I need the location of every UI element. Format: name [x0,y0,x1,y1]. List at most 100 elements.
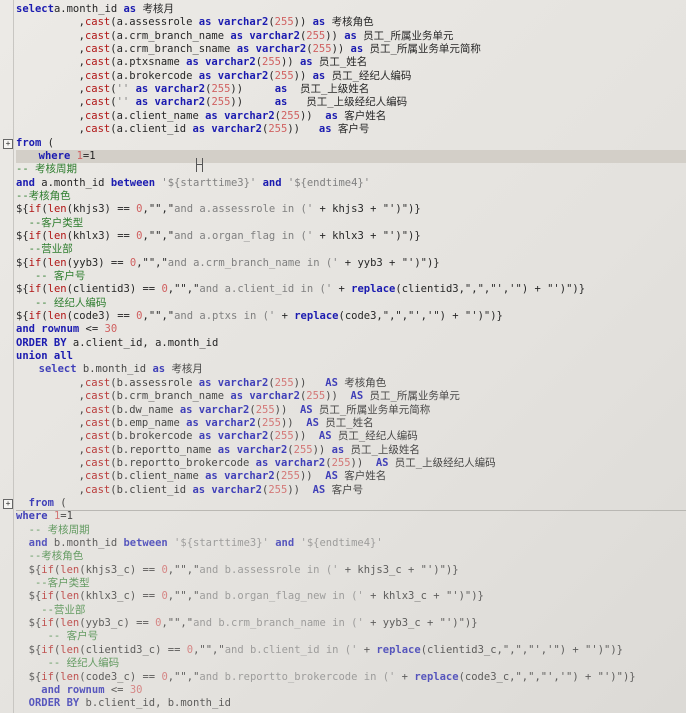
code-line[interactable]: ${if(len(yyb3) == 0,"","and a.crm_branch… [16,257,686,270]
code-token: and [16,177,35,189]
code-line[interactable]: ${if(len(code3_c) == 0,"","and b.reportt… [16,671,686,684]
code-line[interactable]: ,cast(b.dw_name as varchar2(255)) AS 员工_… [16,404,686,417]
code-token: as [129,83,149,95]
code-line[interactable]: and rownum <= 30 [16,323,686,336]
code-line[interactable]: -- 经纪人编码 [16,297,686,310]
code-line[interactable]: ${if(len(khlx3) == 0,"","and a.organ_fla… [16,230,686,243]
code-token: as [230,30,244,42]
code-token: 考核月 [142,3,174,15]
code-line[interactable]: ORDER BY a.client_id, a.month_id [16,337,686,350]
code-line[interactable]: select b.month_id as 考核月 [16,363,686,376]
code-token: and [268,537,295,549]
code-line[interactable]: ORDER BY b.client_id, b.month_id [16,697,686,710]
fold-toggle-icon[interactable]: + [3,139,13,149]
code-line[interactable]: ,cast(b.emp_name as varchar2(255)) AS 员工… [16,417,686,430]
code-line[interactable]: ,cast(a.client_name as varchar2(255)) as… [16,110,686,123]
code-line[interactable]: --营业部 [16,243,686,256]
code-line[interactable]: ,cast(a.brokercode as varchar2(255)) as … [16,70,686,83]
code-token: == [117,230,130,242]
code-line[interactable]: ${if(len(khjs3) == 0,"","and a.assessrol… [16,203,686,216]
code-token: 255 [312,43,332,55]
code-token: AS [369,457,389,469]
code-token: as [192,123,206,135]
code-token: 255 [211,96,231,108]
code-line[interactable]: from ( [16,137,686,151]
code-line[interactable]: ${if(len(khjs3_c) == 0,"","and b.assessr… [16,564,686,577]
code-token: '' [116,83,130,95]
code-line[interactable]: and a.month_id between '${starttime3}' a… [16,177,686,190]
code-token: == [142,590,156,602]
code-line[interactable]: ,cast(b.client_name as varchar2(255)) AS… [16,470,686,483]
code-token: if [41,644,54,656]
code-token: 0 [180,644,194,656]
code-line[interactable]: ${if(len(yyb3_c) == 0,"","and b.crm_bran… [16,617,686,630]
code-line[interactable]: --考核角色 [16,550,686,563]
code-token: 255 [274,70,294,82]
code-line[interactable]: ${if(len(clientid3) == 0,"","and a.clien… [16,283,686,296]
code-line[interactable]: ,cast(a.client_id as varchar2(255)) as 客… [16,123,686,136]
code-line[interactable]: ,cast('' as varchar2(255)) as 员工_上级姓名 [16,83,686,96]
code-line[interactable]: selecta.month_id as 考核月 [16,3,686,16]
code-token: ,""," [167,671,200,683]
code-token: as [129,96,149,108]
text-cursor-icon [196,158,203,172]
code-line[interactable]: ,cast(b.crm_branch_name as varchar2(255)… [16,390,686,403]
code-token: where [38,150,71,162]
code-token: len [47,230,67,242]
code-line[interactable]: ,cast(b.reportto_brokercode as varchar2(… [16,457,686,470]
code-line[interactable]: ,cast(a.ptxsname as varchar2(255)) as 员工… [16,56,686,69]
code-token: AS [312,430,332,442]
code-line[interactable]: and rownum <= 30 [16,684,686,697]
code-token: )) [325,390,345,402]
code-token: , [66,444,85,456]
fold-toggle-icon[interactable]: + [3,499,13,509]
code-token: + [357,644,377,656]
code-token: ,""," [142,310,175,322]
code-line[interactable]: ,cast(a.assessrole as varchar2(255)) as … [16,16,686,29]
code-line[interactable]: -- 考核周期 [16,163,686,176]
code-line[interactable]: ${if(len(clientid3_c) == 0,"","and b.cli… [16,644,686,657]
code-token: + [395,671,415,683]
code-line[interactable]: union all [16,350,686,363]
code-line[interactable]: from ( [16,497,686,511]
code-token: )) [350,457,370,469]
code-token: 255 [274,430,294,442]
code-line[interactable]: --客户类型 [16,577,686,590]
code-token: (b.client_id [110,484,193,496]
sql-editor[interactable]: selecta.month_id as 考核月 ,cast(a.assessro… [0,0,686,713]
code-token: and b.crm_branch_name in (' [193,617,364,629]
code-line[interactable]: --考核角色 [16,190,686,203]
code-line[interactable]: --营业部 [16,604,686,617]
code-line[interactable]: ,cast(b.reportto_name as varchar2(255)) … [16,444,686,457]
code-token: 255 [262,56,281,68]
code-token: as [318,110,338,122]
code-token: (code3) [66,310,118,322]
code-line[interactable]: ,cast('' as varchar2(255)) as 员工_上级经纪人编码 [16,96,686,109]
code-line[interactable]: --客户类型 [16,217,686,230]
code-token: )) [287,484,307,496]
code-line[interactable]: ${if(len(code3) == 0,"","and a.ptxs in (… [16,310,686,323]
code-line[interactable]: ,cast(b.client_id as varchar2(255)) AS 客… [16,484,686,497]
code-token: and a.ptxs in (' [174,310,276,322]
code-token: ,""," [167,590,200,602]
code-line[interactable]: -- 考核周期 [16,524,686,537]
code-token: cast [84,83,111,95]
code-line[interactable]: -- 客户号 [16,630,686,643]
code-line[interactable]: where 1=1 [16,510,686,523]
code-line[interactable]: ,cast(b.assessrole as varchar2(255)) AS … [16,377,686,390]
code-line[interactable]: -- 经纪人编码 [16,657,686,670]
code-line[interactable]: -- 客户号 [16,270,686,283]
code-token: 0 [155,564,168,576]
code-line[interactable]: ,cast(b.brokercode as varchar2(255)) AS … [16,430,686,443]
code-line[interactable]: ${if(len(khlx3_c) == 0,"","and b.organ_f… [16,590,686,603]
code-token: , [66,30,85,42]
code-token: )) [230,83,275,95]
code-line[interactable]: and b.month_id between '${starttime3}' a… [16,537,686,550]
code-token: varchar2 [243,30,300,42]
code-line[interactable]: ,cast(a.crm_branch_name as varchar2(255)… [16,30,686,43]
code-token: , [66,123,85,135]
code-token: rownum [34,323,80,335]
code-line[interactable]: where 1=1 [16,150,686,163]
code-token: 255 [280,110,300,122]
code-line[interactable]: ,cast(a.crm_branch_sname as varchar2(255… [16,43,686,56]
